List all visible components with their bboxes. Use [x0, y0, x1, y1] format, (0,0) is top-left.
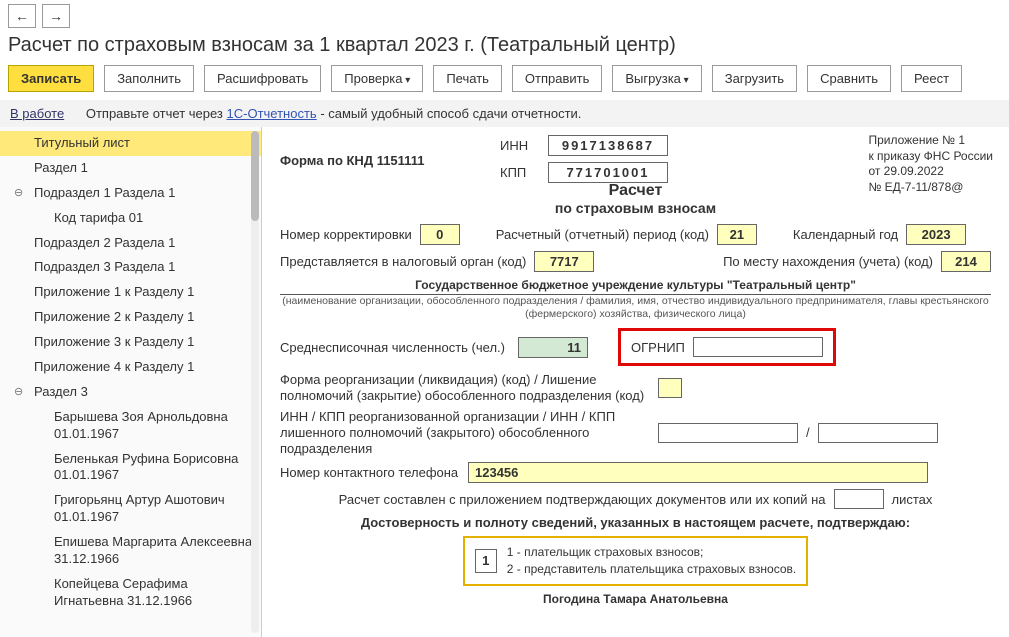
- inn-reorg-field-1[interactable]: [658, 423, 798, 443]
- forward-button[interactable]: →: [42, 4, 70, 28]
- tree-tariff[interactable]: Код тарифа 01: [0, 206, 261, 231]
- phone-label: Номер контактного телефона: [280, 465, 460, 480]
- sep: /: [806, 425, 810, 440]
- tree-person[interactable]: Копейцева Серафима Игнатьевна 31.12.1966: [0, 572, 261, 614]
- ogrnip-label: ОГРНИП: [631, 340, 685, 355]
- year-field[interactable]: 2023: [906, 224, 966, 245]
- tree-section-3[interactable]: Раздел 3: [0, 380, 261, 405]
- tree-subsection-1-2[interactable]: Подраздел 2 Раздела 1: [0, 231, 261, 256]
- sidebar: Титульный лист Раздел 1 ⊖ Подраздел 1 Ра…: [0, 127, 262, 637]
- regulation-box: Приложение № 1 к приказу ФНС России от 2…: [868, 133, 993, 195]
- load-button[interactable]: Загрузить: [712, 65, 797, 92]
- docs-label-1: Расчет составлен с приложением подтвержд…: [339, 492, 826, 507]
- tree-appendix-1[interactable]: Приложение 1 к Разделу 1: [0, 280, 261, 305]
- tree-appendix-2[interactable]: Приложение 2 к Разделу 1: [0, 305, 261, 330]
- docs-field[interactable]: [834, 489, 884, 509]
- inn-label: ИНН: [500, 138, 540, 153]
- reorg-field[interactable]: [658, 378, 682, 398]
- period-label: Расчетный (отчетный) период (код): [496, 227, 709, 242]
- decode-button[interactable]: Расшифровать: [204, 65, 321, 92]
- org-name: Государственное бюджетное учреждение кул…: [280, 278, 991, 292]
- tree-title-page[interactable]: Титульный лист: [0, 131, 261, 156]
- status-suffix: - самый удобный способ сдачи отчетности.: [320, 106, 581, 121]
- signer-name: Погодина Тамара Анатольевна: [280, 592, 991, 606]
- tree-toggle-icon[interactable]: ⊖: [14, 186, 26, 198]
- upload-button[interactable]: Выгрузка: [612, 65, 701, 92]
- corr-field[interactable]: 0: [420, 224, 460, 245]
- tree-person[interactable]: Григорьянц Артур Ашотович 01.01.1967: [0, 488, 261, 530]
- page-title: Расчет по страховым взносам за 1 квартал…: [0, 32, 1009, 61]
- send-button[interactable]: Отправить: [512, 65, 602, 92]
- tree-subsection-1-1[interactable]: Подраздел 1 Раздела 1: [0, 181, 261, 206]
- avg-label: Среднесписочная численность (чел.): [280, 340, 510, 355]
- form-subtitle: по страховым взносам: [280, 200, 991, 216]
- confirm-title: Достоверность и полноту сведений, указан…: [280, 515, 991, 530]
- status-label[interactable]: В работе: [10, 106, 64, 121]
- tree-subsection-1-3[interactable]: Подраздел 3 Раздела 1: [0, 255, 261, 280]
- status-link[interactable]: 1С-Отчетность: [227, 106, 317, 121]
- reorg-label: Форма реорганизации (ликвидация) (код) /…: [280, 372, 650, 403]
- confirm-opt-2: 2 - представитель плательщика страховых …: [507, 561, 796, 578]
- inn-field[interactable]: 9917138687: [548, 135, 668, 156]
- docs-label-2: листах: [892, 492, 933, 507]
- tree-appendix-4[interactable]: Приложение 4 к Разделу 1: [0, 355, 261, 380]
- kpp-field[interactable]: 771701001: [548, 162, 668, 183]
- inn-reorg-label: ИНН / КПП реорганизованной организации /…: [280, 409, 650, 456]
- check-button[interactable]: Проверка: [331, 65, 423, 92]
- tree-person[interactable]: Барышева Зоя Арнольдовна 01.01.1967: [0, 405, 261, 447]
- status-prefix: Отправьте отчет через: [86, 106, 227, 121]
- tree-person[interactable]: Беленькая Руфина Борисовна 01.01.1967: [0, 447, 261, 489]
- period-field[interactable]: 21: [717, 224, 757, 245]
- org-note: (наименование организации, обособленного…: [280, 295, 991, 320]
- form-content: Приложение № 1 к приказу ФНС России от 2…: [262, 127, 1009, 637]
- regs-button[interactable]: Реест: [901, 65, 962, 92]
- fill-button[interactable]: Заполнить: [104, 65, 194, 92]
- tax-field[interactable]: 7717: [534, 251, 594, 272]
- corr-label: Номер корректировки: [280, 227, 412, 242]
- compare-button[interactable]: Сравнить: [807, 65, 891, 92]
- confirm-code-field[interactable]: 1: [475, 549, 497, 573]
- place-label: По месту нахождения (учета) (код): [723, 254, 933, 269]
- sidebar-scrollbar[interactable]: [251, 131, 259, 633]
- inn-reorg-field-2[interactable]: [818, 423, 938, 443]
- place-field[interactable]: 214: [941, 251, 991, 272]
- avg-field[interactable]: 11: [518, 337, 588, 358]
- confirm-opt-1: 1 - плательщик страховых взносов;: [507, 544, 796, 561]
- write-button[interactable]: Записать: [8, 65, 94, 92]
- tree-toggle-icon[interactable]: ⊖: [14, 385, 26, 397]
- phone-field[interactable]: 123456: [468, 462, 928, 483]
- tree-section-1[interactable]: Раздел 1: [0, 156, 261, 181]
- tree-person[interactable]: Епишева Маргарита Алексеевна 31.12.1966: [0, 530, 261, 572]
- print-button[interactable]: Печать: [433, 65, 502, 92]
- tax-label: Представляется в налоговый орган (код): [280, 254, 526, 269]
- kpp-label: КПП: [500, 165, 540, 180]
- ogrnip-field[interactable]: [693, 337, 823, 357]
- back-button[interactable]: ←: [8, 4, 36, 28]
- year-label: Календарный год: [793, 227, 898, 242]
- tree-appendix-3[interactable]: Приложение 3 к Разделу 1: [0, 330, 261, 355]
